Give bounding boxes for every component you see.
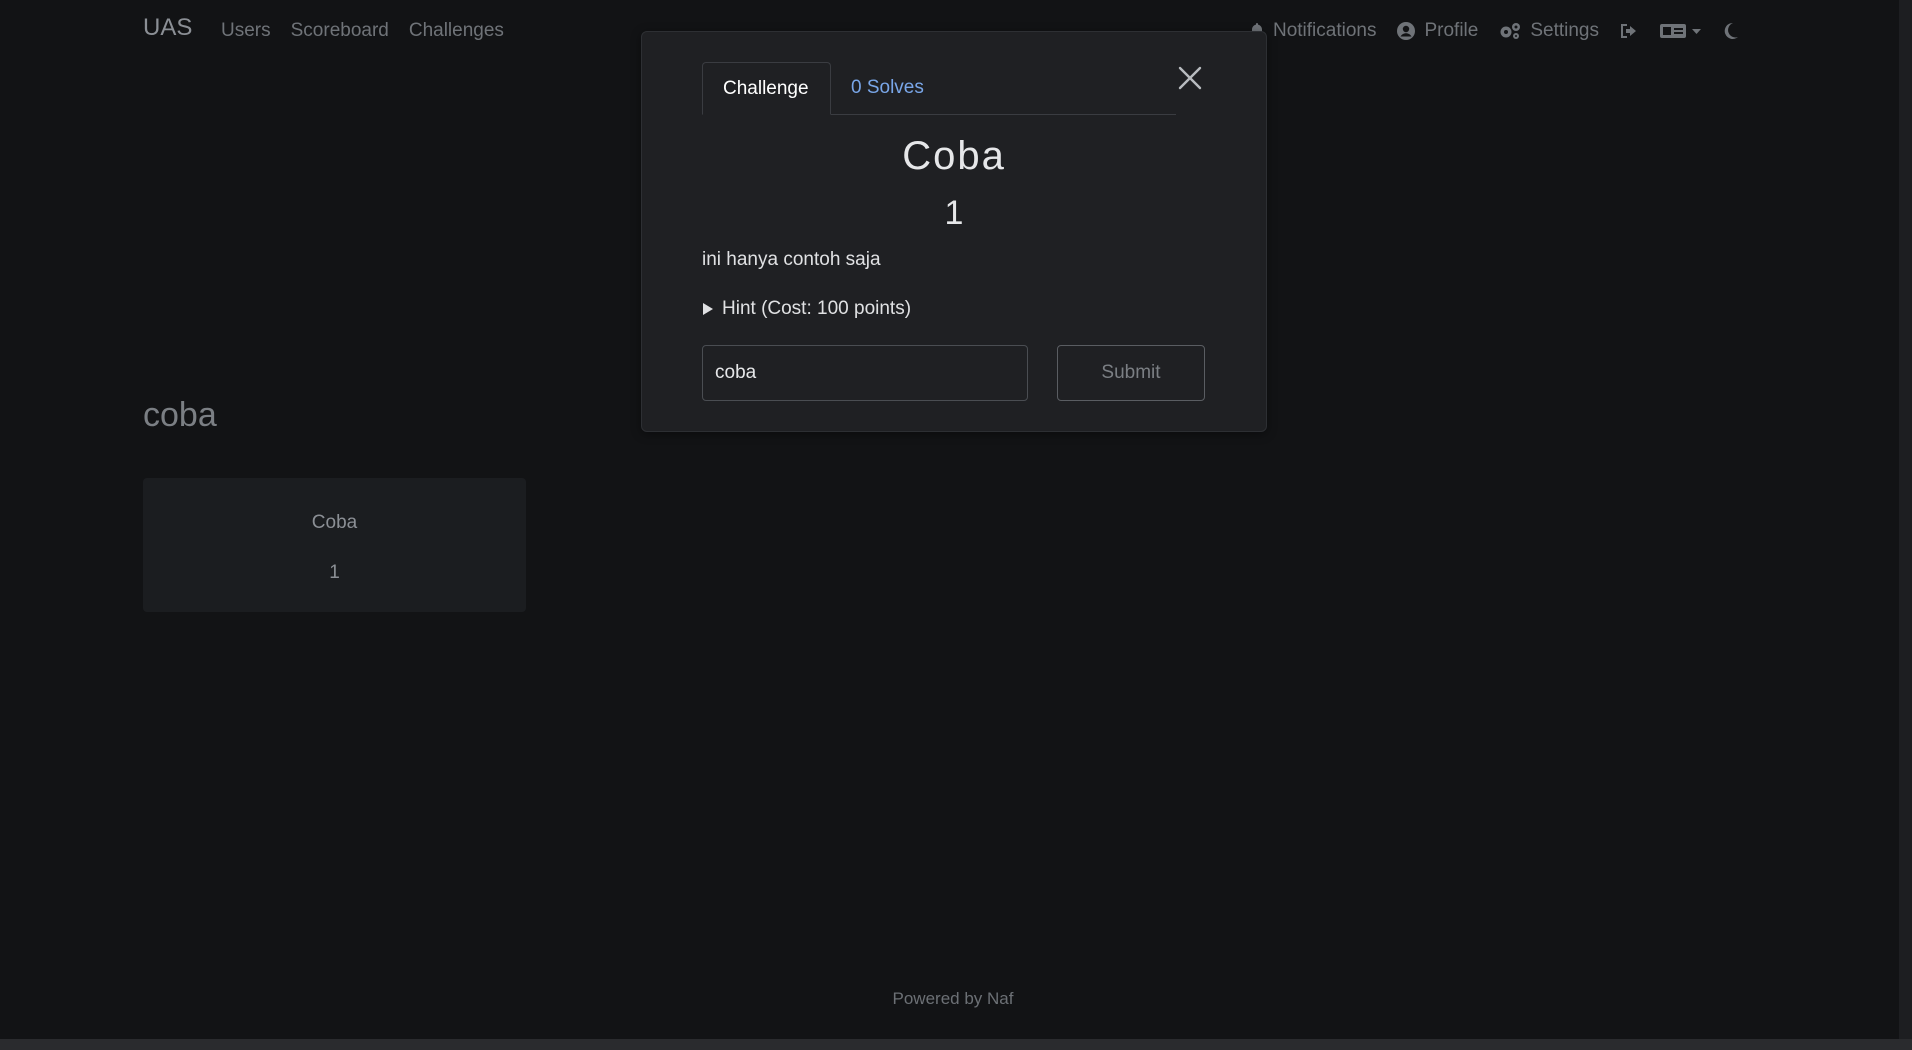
gears-icon: [1498, 21, 1522, 41]
modal-tabs: Challenge 0 Solves: [702, 62, 1176, 115]
scrollbar[interactable]: [1899, 0, 1912, 1050]
user-circle-icon: [1396, 21, 1416, 41]
challenge-card[interactable]: Coba 1: [143, 478, 526, 612]
bottom-bar: [0, 1039, 1912, 1050]
footer: Powered by Naf: [892, 989, 1014, 1008]
moon-icon[interactable]: [1723, 22, 1739, 40]
nav-link-challenges[interactable]: Challenges: [409, 20, 504, 42]
close-icon[interactable]: [1174, 62, 1206, 94]
nav-settings-label: Settings: [1530, 20, 1599, 41]
category-title: coba: [143, 396, 217, 434]
challenge-value: 1: [944, 194, 964, 232]
tab-solves[interactable]: 0 Solves: [831, 62, 944, 114]
challenge-card-value: 1: [329, 562, 340, 583]
nav-settings[interactable]: Settings: [1498, 20, 1599, 42]
answer-input[interactable]: [702, 345, 1028, 401]
triangle-right-icon: [702, 302, 714, 316]
nav-link-users[interactable]: Users: [221, 20, 271, 42]
challenge-title: Coba: [902, 134, 1006, 178]
challenge-modal: Challenge 0 Solves Coba 1 ini hanya cont…: [641, 31, 1267, 432]
hint-toggle[interactable]: Hint (Cost: 100 points): [702, 298, 911, 320]
tab-challenge[interactable]: Challenge: [702, 62, 831, 115]
nav-profile[interactable]: Profile: [1396, 20, 1478, 42]
nav-right: Notifications Profile Settings: [1249, 20, 1739, 42]
challenge-description: ini hanya contoh saja: [702, 249, 881, 270]
language-icon[interactable]: [1659, 23, 1703, 39]
nav-left: Users Scoreboard Challenges: [221, 20, 504, 42]
nav-link-scoreboard[interactable]: Scoreboard: [291, 20, 389, 42]
challenge-card-name: Coba: [311, 512, 358, 533]
nav-notifications[interactable]: Notifications: [1249, 20, 1377, 42]
nav-profile-label: Profile: [1424, 20, 1479, 41]
submit-button[interactable]: Submit: [1057, 345, 1205, 401]
brand-logo[interactable]: UAS: [143, 14, 192, 42]
hint-label: Hint (Cost: 100 points): [722, 298, 912, 319]
nav-notifications-label: Notifications: [1272, 20, 1377, 41]
page: UAS Users Scoreboard Challenges Notifica…: [0, 0, 1912, 1050]
sign-out-icon[interactable]: [1619, 22, 1639, 40]
